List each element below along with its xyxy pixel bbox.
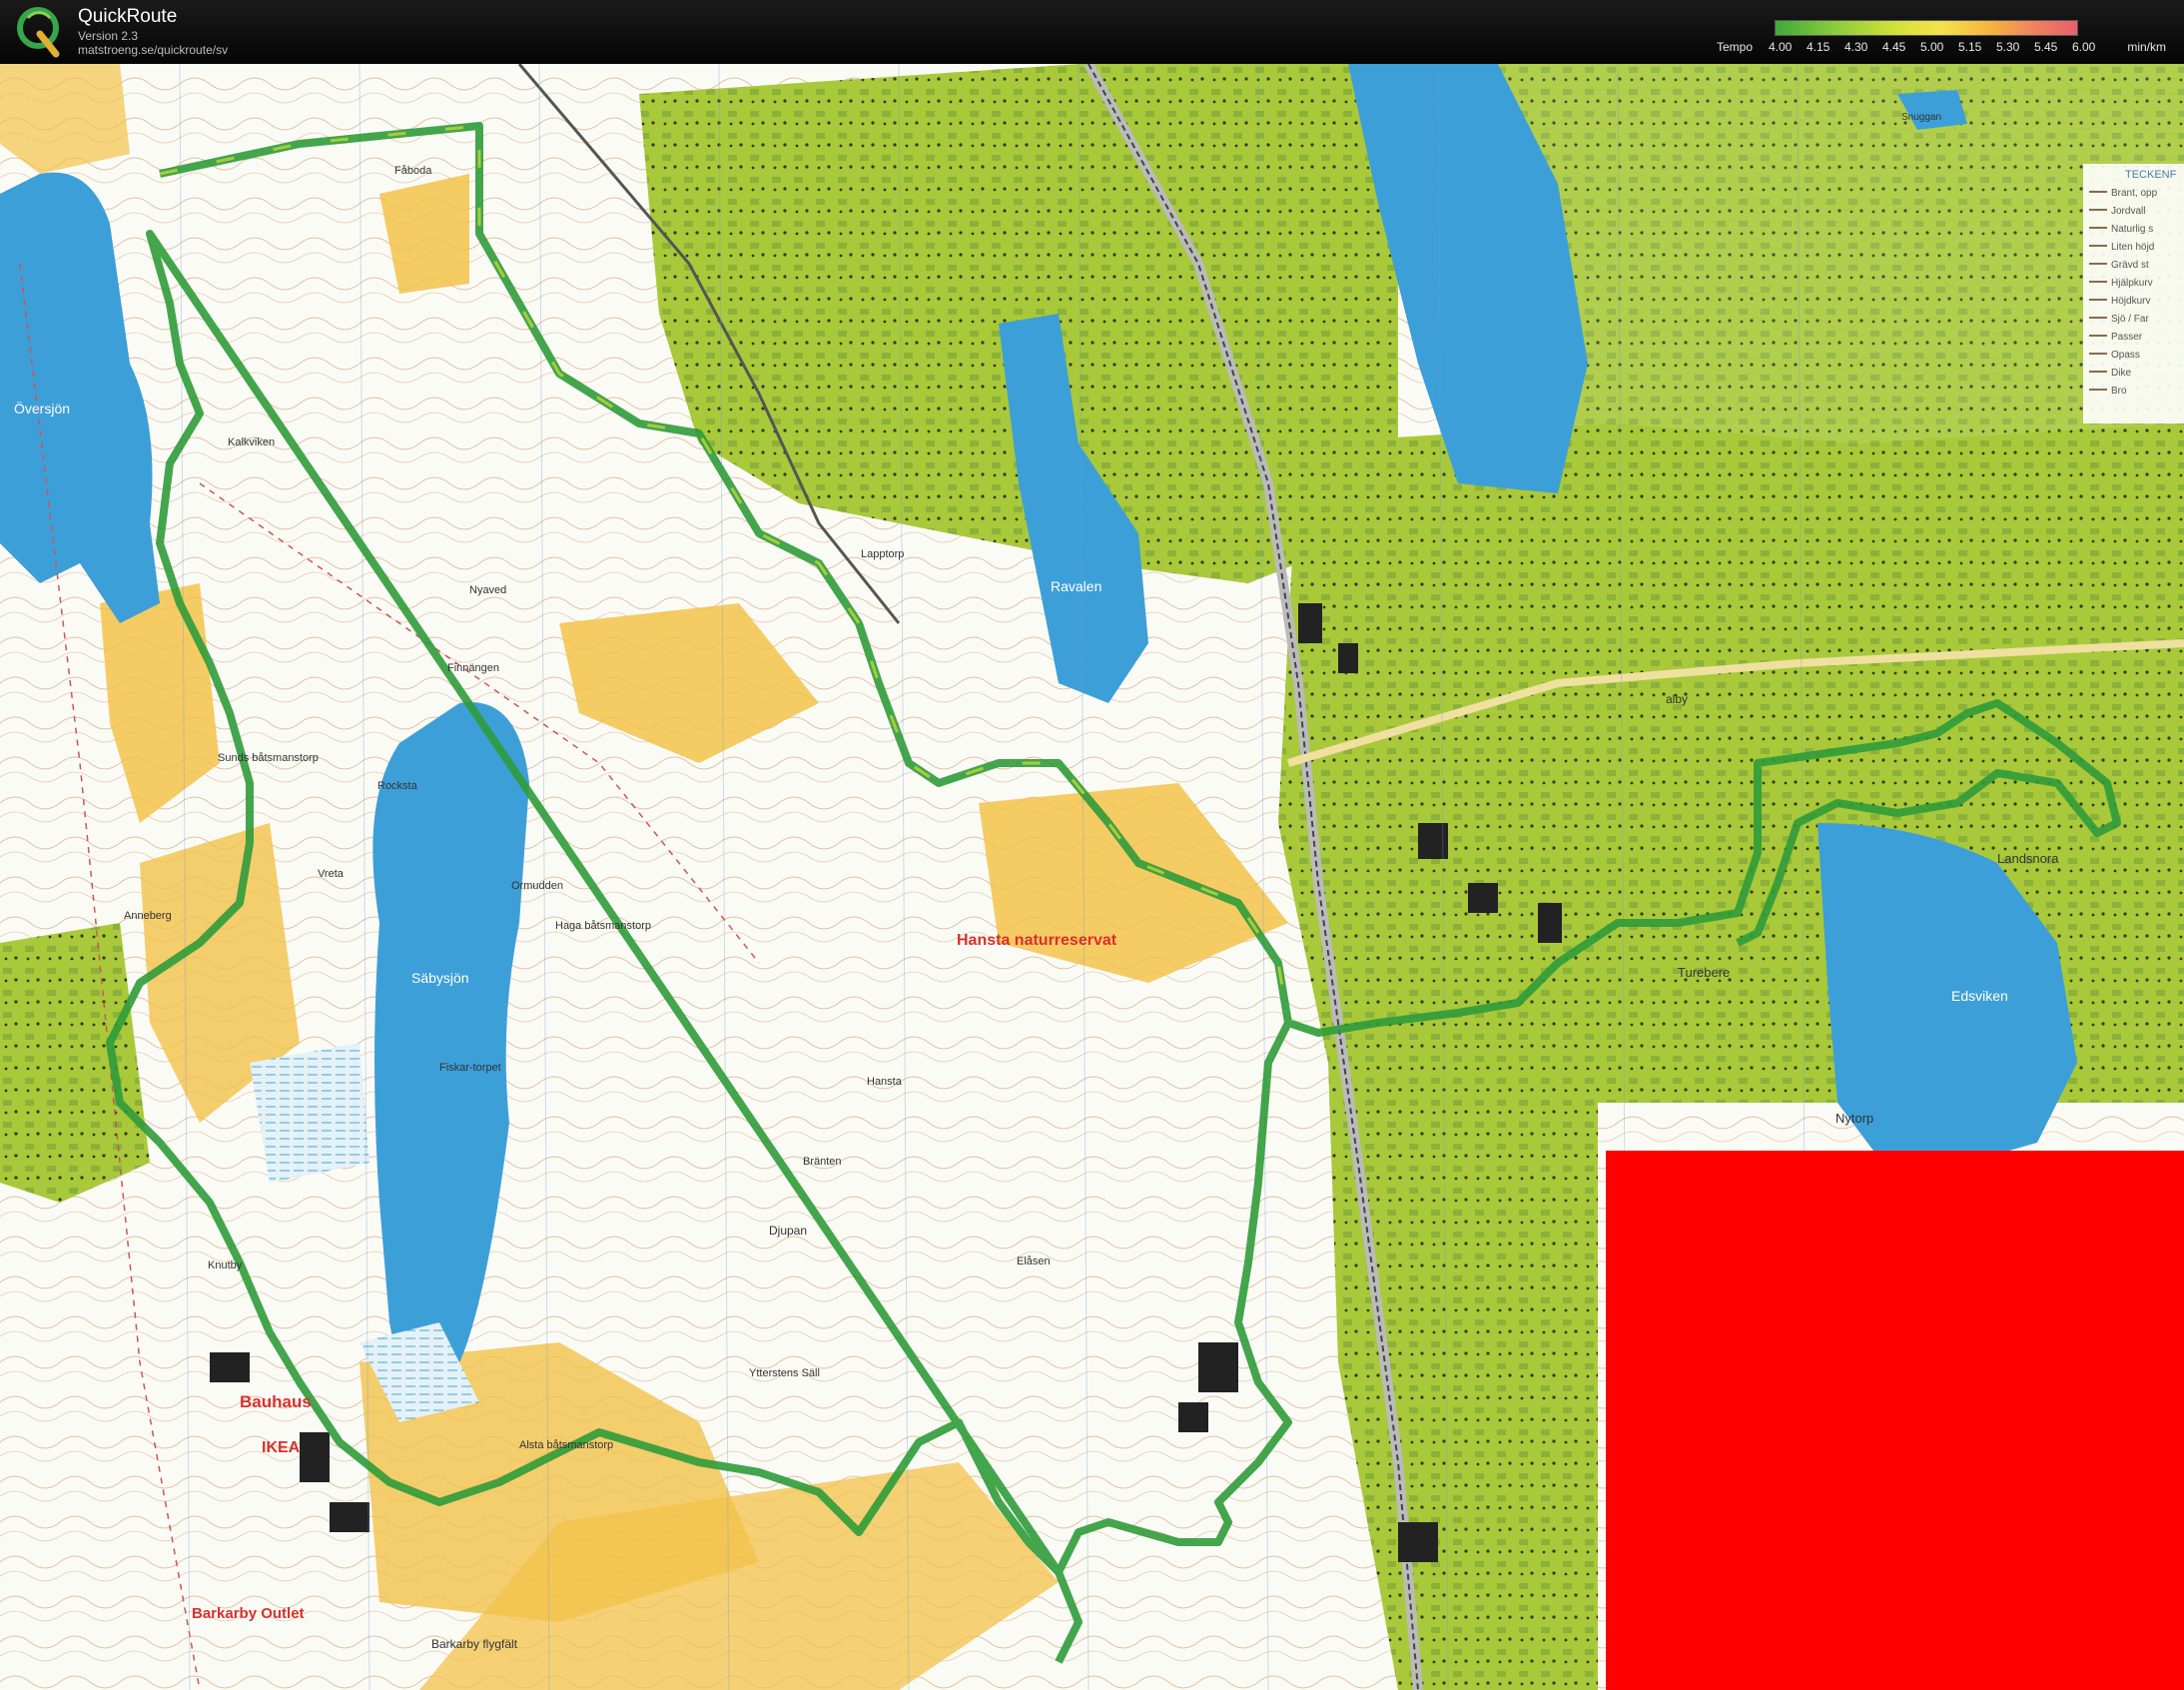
label-hansta: Hansta	[867, 1076, 903, 1088]
label-haga-batsmanstorp: Haga båtsmanstorp	[555, 920, 651, 932]
label-sunds-batsmanstorp: Sunds båtsmanstorp	[218, 752, 319, 764]
label-alsta: Alsta båtsmanstorp	[519, 1439, 613, 1451]
legend-tick: 4.45	[1882, 40, 1906, 54]
map-key: TECKENF Brant, opp Jordvall Naturlig s Lite…	[2083, 164, 2184, 423]
map-key-item: Bro	[2111, 386, 2127, 397]
label-fiskartorpet: Fiskar-torpet	[439, 1062, 501, 1074]
map-key-item: Opass	[2111, 350, 2140, 361]
label-turebere: Turebere	[1678, 965, 1730, 980]
map-key-item: Dike	[2111, 368, 2131, 379]
app-url[interactable]: matstroeng.se/quickroute/sv	[78, 43, 228, 57]
app-version: Version 2.3	[78, 29, 139, 43]
label-rocksta: Rocksta	[377, 780, 418, 792]
label-barkarby-flygfalt: Barkarby flygfält	[431, 1637, 518, 1651]
legend-tick: 5.15	[1958, 40, 1982, 54]
label-ormudden: Ormudden	[511, 880, 563, 892]
label-oversjon: Översjön	[14, 400, 70, 417]
map-key-item: Hjälpkurv	[2111, 278, 2153, 289]
label-nyaved: Nyaved	[469, 584, 506, 596]
map-key-item: Liten höjd	[2111, 242, 2154, 253]
label-ikea: IKEA	[262, 1439, 301, 1456]
label-yttersten: Ytterstens Säll	[749, 1367, 820, 1379]
map-key-item: Jordvall	[2111, 206, 2145, 217]
label-anneberg: Anneberg	[124, 910, 172, 922]
label-faboda: Fåboda	[394, 165, 432, 177]
legend-tick: 5.45	[2034, 40, 2058, 54]
label-barkarby-outlet: Barkarby Outlet	[192, 1605, 305, 1622]
urban-area-northeast	[1498, 64, 2184, 523]
title-bar: QuickRoute Version 2.3 matstroeng.se/qui…	[0, 0, 2184, 64]
label-sabysjon: Säbysjön	[411, 970, 469, 986]
label-nytorp: Nytorp	[1835, 1111, 1873, 1126]
orienteering-map[interactable]: TECKENF Brant, opp Jordvall Naturlig s Lite…	[0, 64, 2184, 1690]
label-vreta: Vreta	[318, 868, 345, 880]
legend-tick: 4.30	[1844, 40, 1868, 54]
label-lapptorp: Lapptorp	[861, 548, 904, 560]
label-knutby: Knutby	[208, 1260, 243, 1271]
map-key-item: Brant, opp	[2111, 188, 2158, 199]
open-land	[0, 64, 130, 174]
redacted-area	[1606, 1151, 2184, 1690]
legend-tick: 6.00	[2072, 40, 2096, 54]
label-snuggan: Snuggan	[1901, 112, 1941, 123]
label-finnangen: Finnängen	[447, 662, 499, 674]
legend-tick: 4.15	[1807, 40, 1830, 54]
label-landsnora: Landsnora	[1997, 851, 2059, 866]
map-key-title: TECKENF	[2125, 169, 2177, 181]
legend-tick: 5.30	[1996, 40, 2020, 54]
label-bauhaus: Bauhaus	[240, 1392, 312, 1411]
marsh	[250, 1043, 369, 1183]
pace-legend: Tempo 4.00 4.15 4.30 4.45 5.00 5.15 5.30…	[1717, 18, 2166, 58]
map-key-item: Sjö / Far	[2111, 314, 2149, 325]
quickroute-logo-icon	[17, 7, 60, 58]
map-canvas[interactable]: TECKENF Brant, opp Jordvall Naturlig s Lite…	[0, 64, 2184, 1690]
map-key-item: Höjdkurv	[2111, 296, 2150, 307]
label-ravalen: Ravalen	[1051, 578, 1101, 594]
legend-label: Tempo	[1717, 40, 1754, 54]
legend-tick: 4.00	[1769, 40, 1793, 54]
map-key-item: Passer	[2111, 332, 2143, 343]
label-hansta-reserve: Hansta naturreservat	[957, 932, 1117, 949]
app-name: QuickRoute	[78, 6, 178, 27]
label-djupan: Djupan	[769, 1224, 807, 1238]
label-brantan: Bränten	[803, 1156, 842, 1168]
legend-tick: 5.00	[1920, 40, 1944, 54]
legend-ticks: 4.00 4.15 4.30 4.45 5.00 5.15 5.30 5.45 …	[1769, 40, 2095, 54]
map-key-item: Naturlig s	[2111, 224, 2153, 235]
label-kalkviken: Kalkviken	[228, 436, 275, 448]
label-alby: alby	[1666, 692, 1688, 706]
pace-color-scale	[1775, 20, 2078, 36]
map-key-item: Grävd st	[2111, 260, 2149, 271]
label-edsviken: Edsviken	[1951, 988, 2008, 1004]
label-elsasen: Elåsen	[1017, 1256, 1051, 1268]
legend-unit: min/km	[2127, 40, 2166, 54]
